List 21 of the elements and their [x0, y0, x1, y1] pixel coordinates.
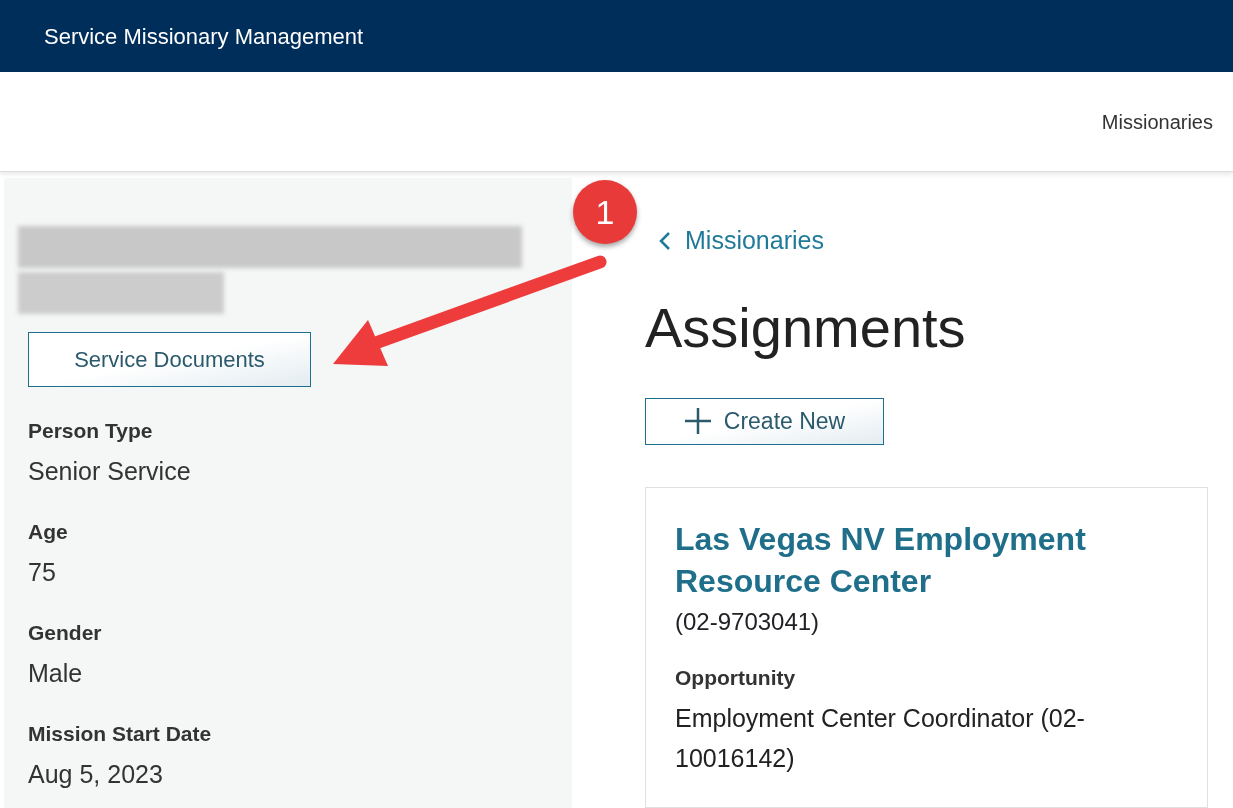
field-label: Age — [28, 519, 69, 545]
field-value: Male — [28, 657, 84, 689]
field-label: Mission Start Date — [28, 721, 213, 747]
assignment-code: (02-9703041) — [675, 607, 821, 638]
callout-badge: 1 — [573, 180, 637, 244]
assignment-title[interactable]: Las Vegas NV Employment Resource Center — [675, 518, 1178, 603]
field-label: Gender — [28, 620, 103, 646]
field-label: Person Type — [28, 418, 154, 444]
chevron-left-icon — [659, 230, 671, 251]
field-label: Opportunity — [675, 665, 797, 692]
field-value: 75 — [28, 556, 57, 588]
back-link[interactable]: Missionaries — [659, 222, 1208, 260]
plus-icon — [683, 407, 712, 436]
field-value: Aug 5, 2023 — [28, 758, 164, 790]
field-value: Senior Service — [28, 455, 192, 487]
app-title: Service Missionary Management — [44, 22, 364, 51]
page-heading: Assignments — [645, 294, 967, 361]
service-documents-button[interactable]: Service Documents — [28, 332, 311, 387]
create-new-button[interactable]: Create New — [645, 397, 884, 446]
field-value: Employment Center Coordinator (02-10016142) — [675, 702, 1086, 774]
nav-link[interactable]: Missionaries — [1101, 106, 1213, 137]
